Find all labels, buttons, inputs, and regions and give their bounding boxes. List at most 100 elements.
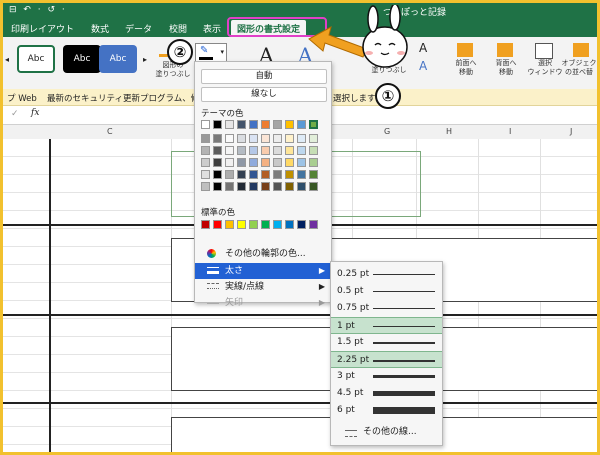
shape-outline-button[interactable]: ✎ ▾ xyxy=(195,43,227,63)
theme-shade-swatch[interactable] xyxy=(285,182,294,191)
shape-style-white[interactable]: Abc xyxy=(17,45,55,73)
shape-style-black[interactable]: Abc xyxy=(63,45,101,73)
theme-shade-swatch[interactable] xyxy=(201,158,210,167)
theme-shade-swatch[interactable] xyxy=(285,158,294,167)
theme-shade-swatch[interactable] xyxy=(201,146,210,155)
standard-color-swatch[interactable] xyxy=(261,220,270,229)
theme-shade-swatch[interactable] xyxy=(213,158,222,167)
standard-color-swatch[interactable] xyxy=(297,220,306,229)
theme-shade-swatch[interactable] xyxy=(249,182,258,191)
arrange-label[interactable]: オブジェク の並べ替 xyxy=(559,59,597,77)
weight-option[interactable]: 0.75 pt xyxy=(331,300,442,317)
theme-shade-swatch[interactable] xyxy=(261,170,270,179)
fx-icon[interactable]: fx xyxy=(31,108,39,118)
theme-shade-swatch[interactable] xyxy=(261,134,270,143)
theme-color-swatch[interactable] xyxy=(225,120,234,129)
weight-option[interactable]: 3 pt xyxy=(331,368,442,385)
theme-shade-swatch[interactable] xyxy=(261,146,270,155)
theme-shade-swatch[interactable] xyxy=(261,158,270,167)
theme-shade-swatch[interactable] xyxy=(249,134,258,143)
standard-color-swatch[interactable] xyxy=(309,220,318,229)
more-outline-colors[interactable]: その他の輪郭の色... xyxy=(195,246,331,262)
theme-shade-swatch[interactable] xyxy=(201,182,210,191)
theme-shade-swatch[interactable] xyxy=(225,170,234,179)
tab-formulas[interactable]: 数式 xyxy=(91,22,109,35)
shape-style-blue[interactable]: Abc xyxy=(99,45,137,73)
theme-color-swatch[interactable] xyxy=(213,120,222,129)
column-j[interactable]: J xyxy=(570,127,572,136)
theme-color-swatch[interactable] xyxy=(297,120,306,129)
weight-option[interactable]: 6 pt xyxy=(331,402,442,419)
standard-color-swatch[interactable] xyxy=(201,220,210,229)
theme-color-swatch[interactable] xyxy=(273,120,282,129)
theme-shade-swatch[interactable] xyxy=(213,182,222,191)
tab-data[interactable]: データ xyxy=(125,22,152,35)
theme-shade-swatch[interactable] xyxy=(309,158,318,167)
theme-color-swatch[interactable] xyxy=(261,120,270,129)
theme-color-swatch[interactable] xyxy=(237,120,246,129)
theme-shade-swatch[interactable] xyxy=(309,146,318,155)
column-g[interactable]: G xyxy=(384,127,390,136)
standard-color-swatch[interactable] xyxy=(225,220,234,229)
no-line-button[interactable]: 線なし xyxy=(201,87,327,102)
tab-review[interactable]: 校閲 xyxy=(169,22,187,35)
chevron-down-icon[interactable]: ▾ xyxy=(220,48,224,56)
theme-color-swatch[interactable] xyxy=(201,120,210,129)
theme-color-swatch[interactable] xyxy=(285,120,294,129)
theme-shade-swatch[interactable] xyxy=(273,170,282,179)
theme-shade-swatch[interactable] xyxy=(201,170,210,179)
bring-forward-label[interactable]: 前面へ 移動 xyxy=(449,59,483,77)
column-i[interactable]: I xyxy=(509,127,511,136)
theme-shade-swatch[interactable] xyxy=(261,182,270,191)
theme-shade-swatch[interactable] xyxy=(273,146,282,155)
arrange-icon[interactable] xyxy=(573,43,589,57)
weight-option[interactable]: 0.5 pt xyxy=(331,283,442,300)
theme-shade-swatch[interactable] xyxy=(249,158,258,167)
standard-color-swatch[interactable] xyxy=(237,220,246,229)
theme-shade-swatch[interactable] xyxy=(273,158,282,167)
theme-shade-swatch[interactable] xyxy=(249,146,258,155)
column-h[interactable]: H xyxy=(446,127,452,136)
theme-shade-swatch[interactable] xyxy=(213,170,222,179)
theme-shade-swatch[interactable] xyxy=(237,134,246,143)
theme-shade-swatch[interactable] xyxy=(285,134,294,143)
standard-color-swatch[interactable] xyxy=(285,220,294,229)
theme-shade-swatch[interactable] xyxy=(237,182,246,191)
theme-shade-swatch[interactable] xyxy=(225,134,234,143)
weight-option[interactable]: 0.25 pt xyxy=(331,266,442,283)
theme-shade-swatch[interactable] xyxy=(249,170,258,179)
tab-view[interactable]: 表示 xyxy=(203,22,221,35)
theme-shade-swatch[interactable] xyxy=(201,134,210,143)
weight-option[interactable]: 4.5 pt xyxy=(331,385,442,402)
more-lines-item[interactable]: その他の線... xyxy=(331,424,442,441)
theme-shade-swatch[interactable] xyxy=(309,134,318,143)
tab-page-layout[interactable]: 印刷レイアウト xyxy=(11,22,74,35)
theme-color-swatch[interactable] xyxy=(249,120,258,129)
standard-color-swatch[interactable] xyxy=(249,220,258,229)
theme-shade-swatch[interactable] xyxy=(213,134,222,143)
selection-pane-icon[interactable] xyxy=(535,43,553,59)
standard-color-swatch[interactable] xyxy=(273,220,282,229)
theme-shade-swatch[interactable] xyxy=(237,158,246,167)
theme-shade-swatch[interactable] xyxy=(297,146,306,155)
theme-shade-swatch[interactable] xyxy=(285,170,294,179)
column-c[interactable]: C xyxy=(107,127,113,136)
theme-shade-swatch[interactable] xyxy=(285,146,294,155)
theme-shade-swatch[interactable] xyxy=(225,158,234,167)
checkmark-icon[interactable]: ✓ xyxy=(11,109,19,119)
theme-shade-swatch[interactable] xyxy=(297,134,306,143)
theme-shade-swatch[interactable] xyxy=(297,158,306,167)
theme-shade-swatch[interactable] xyxy=(309,170,318,179)
theme-color-swatch[interactable] xyxy=(309,120,318,129)
send-backward-icon[interactable] xyxy=(497,43,513,57)
gallery-more-icon[interactable]: ▸ xyxy=(143,55,147,64)
weight-option[interactable]: 1.5 pt xyxy=(331,334,442,351)
theme-shade-swatch[interactable] xyxy=(213,146,222,155)
bring-forward-icon[interactable] xyxy=(457,43,473,57)
theme-shade-swatch[interactable] xyxy=(225,146,234,155)
send-backward-label[interactable]: 背面へ 移動 xyxy=(489,59,523,77)
theme-shade-swatch[interactable] xyxy=(273,134,282,143)
theme-shade-swatch[interactable] xyxy=(297,182,306,191)
weight-option[interactable]: 2.25 pt xyxy=(331,351,442,368)
gallery-left-arrow-icon[interactable]: ◂ xyxy=(5,55,9,64)
